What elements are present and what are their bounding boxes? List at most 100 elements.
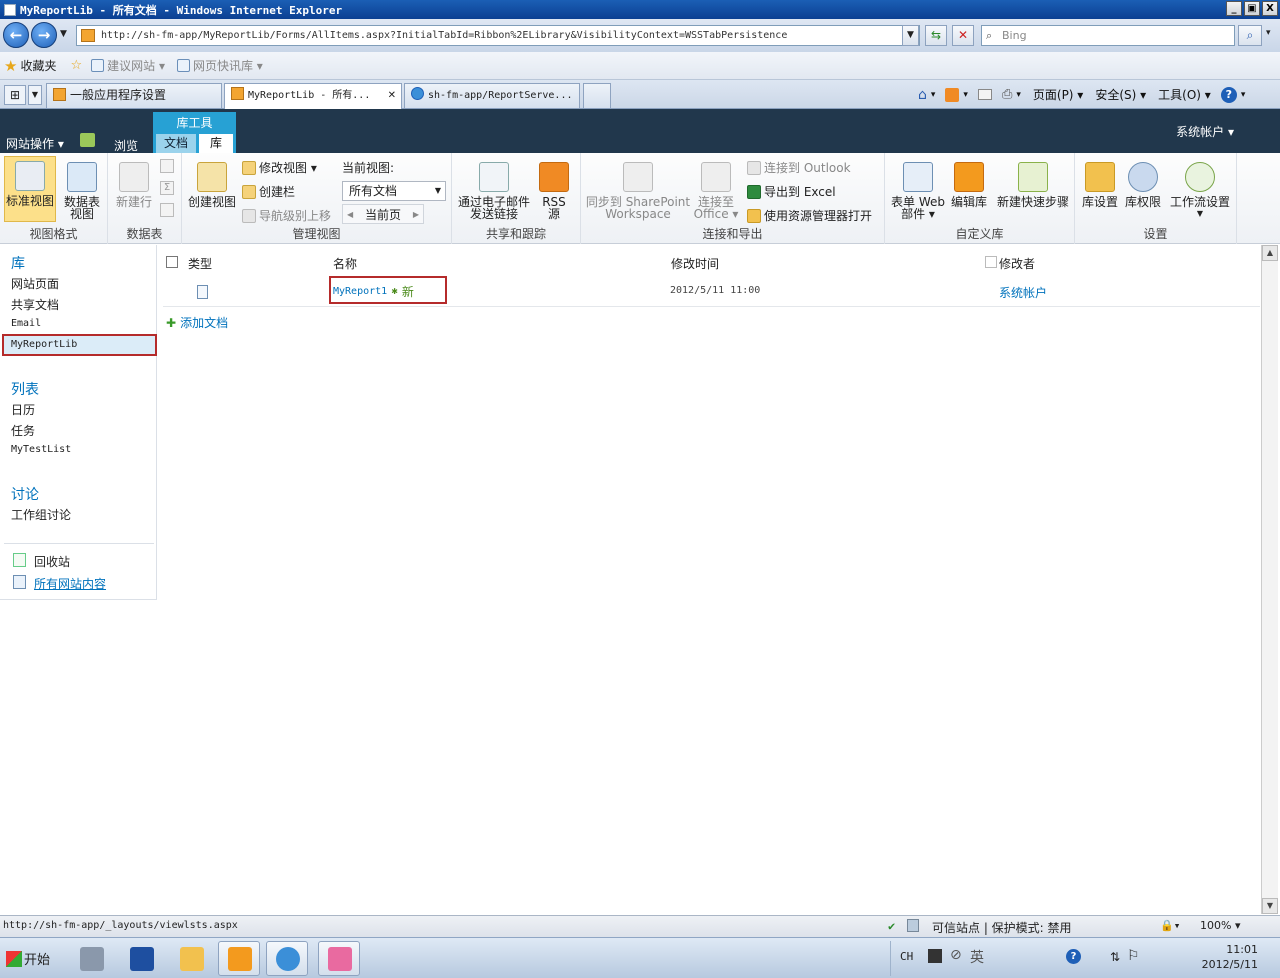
show-hidden-icons[interactable]: ⇅ — [1110, 950, 1120, 964]
tab-close-icon[interactable]: ✕ — [388, 84, 396, 107]
browser-tab-reportserver[interactable]: sh-fm-app/ReportServe... — [404, 83, 580, 108]
tab-list-icon[interactable]: ▼ — [28, 85, 42, 105]
search-options-icon[interactable]: ▾ — [1266, 28, 1271, 38]
read-mail-icon[interactable] — [977, 89, 992, 100]
nav-item-recycle-bin[interactable]: 回收站 — [34, 553, 70, 570]
maximize-button[interactable]: ▣ — [1244, 1, 1260, 16]
nav-item-all-site-content[interactable]: 所有网站内容 — [34, 575, 106, 592]
prev-page-icon[interactable]: ◀ — [347, 210, 353, 219]
taskbar-internet-explorer[interactable] — [266, 941, 308, 976]
scroll-down-icon[interactable]: ▼ — [1262, 898, 1278, 914]
sync-workspace-button[interactable]: 同步到 SharePoint Workspace — [583, 162, 693, 220]
open-explorer-button[interactable]: 使用资源管理器打开 — [747, 207, 872, 224]
web-slice-gallery-link[interactable]: 网页快讯库 ▾ — [193, 57, 263, 74]
search-input[interactable]: ⌕ Bing — [981, 25, 1235, 46]
help-icon[interactable]: ? — [1220, 86, 1237, 103]
next-page-icon[interactable]: ▶ — [413, 210, 419, 219]
ime-icon[interactable] — [928, 949, 942, 963]
site-actions-menu[interactable]: 网站操作 ▾ — [6, 135, 64, 152]
email-link-button[interactable]: 通过电子邮件 发送链接 — [456, 162, 532, 220]
new-row-button[interactable]: 新建行 — [108, 162, 160, 208]
forward-button[interactable]: → — [31, 22, 57, 48]
column-header-name[interactable]: 名称 — [333, 255, 357, 272]
nav-heading-libraries[interactable]: 库 — [11, 253, 25, 273]
print-icon[interactable]: ⎙ — [1002, 87, 1012, 102]
library-settings-button[interactable]: 库设置 — [1077, 162, 1123, 208]
system-clock[interactable]: 11:01 2012/5/11 — [1200, 942, 1258, 972]
navigate-up-icon[interactable] — [80, 133, 95, 147]
taskbar-tools[interactable] — [218, 941, 260, 976]
navigate-up-button[interactable]: 导航级别上移 — [242, 207, 331, 224]
back-button[interactable]: ← — [3, 22, 29, 48]
nav-item-email[interactable]: Email — [11, 318, 41, 329]
nav-item-calendar[interactable]: 日历 — [11, 401, 35, 418]
column-header-modified-by[interactable]: 修改者 — [999, 255, 1035, 272]
modified-by-filter-checkbox[interactable] — [985, 256, 997, 268]
tab-browse[interactable]: 浏览 — [106, 137, 146, 154]
minimize-button[interactable]: _ — [1226, 1, 1242, 16]
ime-mode-icon[interactable]: ⊘ — [950, 947, 962, 963]
history-dropdown-icon[interactable]: ▼ — [60, 29, 67, 39]
modify-view-button[interactable]: 修改视图 ▾ — [242, 159, 317, 176]
library-permissions-button[interactable]: 库权限 — [1121, 162, 1165, 208]
nav-item-tasks[interactable]: 任务 — [11, 422, 35, 439]
show-task-pane-icon[interactable] — [160, 159, 174, 173]
column-header-type[interactable]: 类型 — [188, 255, 212, 272]
nav-item-mytestlist[interactable]: MyTestList — [11, 444, 71, 455]
current-view-select[interactable]: 所有文档 ▼ — [342, 181, 446, 201]
rss-feed-button[interactable]: RSS 源 — [532, 162, 576, 220]
workflow-settings-button[interactable]: 工作流设置 ▼ — [1167, 162, 1233, 220]
taskbar-paint[interactable] — [318, 941, 360, 976]
vertical-scrollbar[interactable]: ▲ ▼ — [1261, 245, 1278, 914]
add-document-link[interactable]: ✚ 添加文档 — [166, 314, 228, 331]
refresh-data-icon[interactable] — [160, 203, 174, 217]
connect-outlook-button[interactable]: 连接到 Outlook — [747, 159, 851, 176]
modified-by-link[interactable]: 系统帐户 — [999, 284, 1047, 301]
browser-tab-app-settings[interactable]: 一般应用程序设置 — [46, 83, 222, 108]
scroll-up-icon[interactable]: ▲ — [1262, 245, 1278, 261]
browser-tab-myreportlib[interactable]: MyReportLib - 所有... ✕ — [224, 83, 402, 109]
ime-english-mode[interactable]: 英 — [970, 947, 984, 967]
taskbar-explorer[interactable] — [170, 941, 212, 976]
nav-heading-lists[interactable]: 列表 — [11, 379, 39, 399]
column-header-modified[interactable]: 修改时间 — [671, 255, 719, 272]
favorites-button[interactable]: 收藏夹 — [20, 57, 56, 74]
nav-heading-discussions[interactable]: 讨论 — [11, 484, 39, 504]
nav-item-shared-documents[interactable]: 共享文档 — [11, 296, 59, 313]
stop-icon[interactable]: ✕ — [952, 25, 974, 46]
create-view-button[interactable]: 创建视图 — [186, 162, 238, 208]
select-all-checkbox[interactable] — [166, 256, 178, 268]
search-icon[interactable]: ⌕ — [1238, 25, 1262, 46]
totals-icon[interactable]: Σ — [160, 181, 174, 195]
table-row[interactable]: MyReport1 ✱ 新 2012/5/11 11:00 系统帐户 — [163, 276, 1260, 307]
form-web-parts-button[interactable]: 表单 Web 部件 ▾ — [887, 162, 949, 220]
suggested-sites-link[interactable]: 建议网站 ▾ — [107, 57, 165, 74]
action-center-icon[interactable]: ⚐ — [1127, 948, 1140, 964]
page-menu[interactable]: 页面(P) ▾ — [1033, 86, 1083, 103]
tab-documents[interactable]: 文档 — [156, 134, 196, 153]
address-input[interactable]: http://sh-fm-app/MyReportLib/Forms/AllIt… — [76, 25, 920, 46]
add-favorite-icon[interactable]: ☆ — [70, 58, 82, 73]
safety-menu[interactable]: 安全(S) ▾ — [1095, 86, 1146, 103]
home-icon[interactable]: ⌂ — [918, 87, 927, 103]
connect-office-button[interactable]: 连接至 Office ▾ — [693, 162, 739, 220]
create-column-button[interactable]: 创建栏 — [242, 183, 295, 200]
quick-tabs-icon[interactable]: ⊞ — [4, 85, 26, 105]
new-quick-step-button[interactable]: 新建快速步骤 — [993, 162, 1073, 208]
privacy-icon[interactable]: 🔒▾ — [1160, 919, 1180, 932]
datasheet-view-button[interactable]: 数据表 视图 — [56, 162, 108, 220]
refresh-icon[interactable]: ⇆ — [925, 25, 947, 46]
language-indicator[interactable]: CH — [900, 950, 913, 963]
document-name-link[interactable]: MyReport1 — [333, 286, 387, 297]
start-button[interactable]: 开始 — [2, 942, 54, 975]
tab-library[interactable]: 库 — [199, 134, 233, 153]
edit-library-button[interactable]: 编辑库 — [947, 162, 991, 208]
nav-item-site-pages[interactable]: 网站页面 — [11, 275, 59, 292]
address-dropdown-icon[interactable]: ▼ — [902, 25, 919, 46]
rss-feed-icon[interactable] — [945, 87, 960, 102]
taskbar-powershell[interactable] — [120, 941, 162, 976]
ime-help-icon[interactable]: ? — [1066, 949, 1081, 964]
security-zone-text[interactable]: 可信站点 | 保护模式: 禁用 — [932, 919, 1072, 936]
export-excel-button[interactable]: 导出到 Excel — [747, 183, 836, 200]
nav-item-myreportlib[interactable]: MyReportLib — [11, 339, 77, 350]
